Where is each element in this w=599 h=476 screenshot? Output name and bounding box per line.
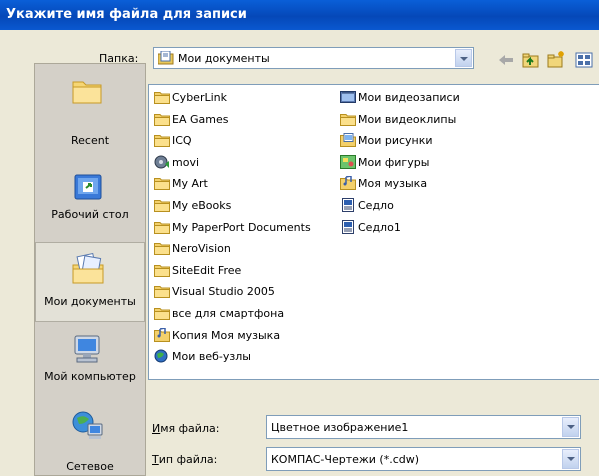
folder-icon [154,284,170,299]
folder-icon [154,263,170,277]
list-item-label: My eBooks [172,199,232,212]
list-item-label: EA Games [172,112,229,126]
folder-dropdown-value: Мои документы [178,52,270,65]
dialog-title: Укажите имя файла для записи [6,7,247,22]
list-item-label: Мои рисунки [358,134,433,148]
place-my-documents[interactable]: Мои документы [35,242,145,322]
list-item-label: My PaperPort Documents [172,220,311,234]
filetype-label: Тип файла: [152,453,218,466]
kompas-document-icon [340,219,356,234]
list-item-label: Копия Моя музыка [172,328,281,342]
view-menu-icon[interactable] [574,50,599,70]
place-desktop[interactable]: Рабочий стол [35,166,145,236]
list-item-label: Мои веб-узлы [172,350,251,364]
list-item-label: Седло1 [358,220,401,234]
folder-icon [154,90,170,104]
up-folder-icon[interactable] [521,50,541,70]
place-my-computer[interactable]: Мой компьютер [35,328,145,398]
folder-dropdown[interactable]: Мои документы [153,47,474,69]
list-item-label: SiteEdit Free [172,263,242,277]
web-folder-icon [154,349,170,363]
chevron-down-icon[interactable] [562,417,579,437]
list-item-label: Мои фигуры [358,155,430,169]
filetype-dropdown[interactable]: КОМПАС-Чертежи (*.cdw) [266,447,581,471]
filename-input-value: Цветное изображение1 [271,421,409,434]
list-item-label: ICQ [172,134,192,148]
media-file-icon [154,155,170,169]
title-bar: Укажите имя файла для записи [0,0,599,30]
music-folder-icon [154,326,170,342]
list-item-label: NeroVision [172,242,231,256]
my-documents-icon [157,50,174,65]
recent-folder-icon [69,74,105,106]
chevron-down-icon[interactable] [562,449,579,469]
folder-icon [154,306,170,320]
folder-icon [154,176,170,191]
list-item-label: Visual Studio 2005 [172,285,275,299]
chevron-down-icon[interactable] [455,49,472,67]
folder-icon [154,220,170,234]
back-icon[interactable] [496,50,516,70]
kompas-document-icon [340,198,356,212]
network-icon [69,410,105,442]
list-item-label: Моя музыка [358,177,428,191]
list-item-label: My Art [172,177,208,191]
video-folder-icon [340,90,356,104]
places-bar: Recent Рабочий стол Мои документы Мой ко… [34,63,146,476]
list-item-label: все для смартфона [172,307,285,320]
folder-icon [154,198,170,212]
folder-icon [340,112,356,126]
list-item-label: CyberLink [172,91,227,104]
desktop-icon [69,172,105,204]
place-network[interactable]: Сетевое [35,404,145,474]
list-item-label: Седло [358,199,394,212]
list-item-label: movi [172,155,200,169]
folder-icon [154,112,170,126]
filename-input[interactable]: Цветное изображение1 [266,415,581,439]
shapes-folder-icon [340,154,356,169]
my-documents-icon [70,252,106,285]
place-recent[interactable]: Recent [35,68,145,147]
list-item-label: Мои видеоклипы [358,112,457,126]
my-computer-icon [69,334,105,366]
filename-label: Имя файла: [152,422,220,435]
music-folder-icon [340,175,356,191]
folder-icon [154,133,170,148]
file-list[interactable]: CyberLink EA Games ICQ movi My Art My eBooks M… [148,84,599,380]
list-item-label: Мои видеозаписи [358,91,460,104]
filetype-dropdown-value: КОМПАС-Чертежи (*.cdw) [271,453,420,466]
new-folder-icon[interactable] [546,50,566,70]
pictures-folder-icon [340,133,356,148]
folder-icon [154,241,170,256]
